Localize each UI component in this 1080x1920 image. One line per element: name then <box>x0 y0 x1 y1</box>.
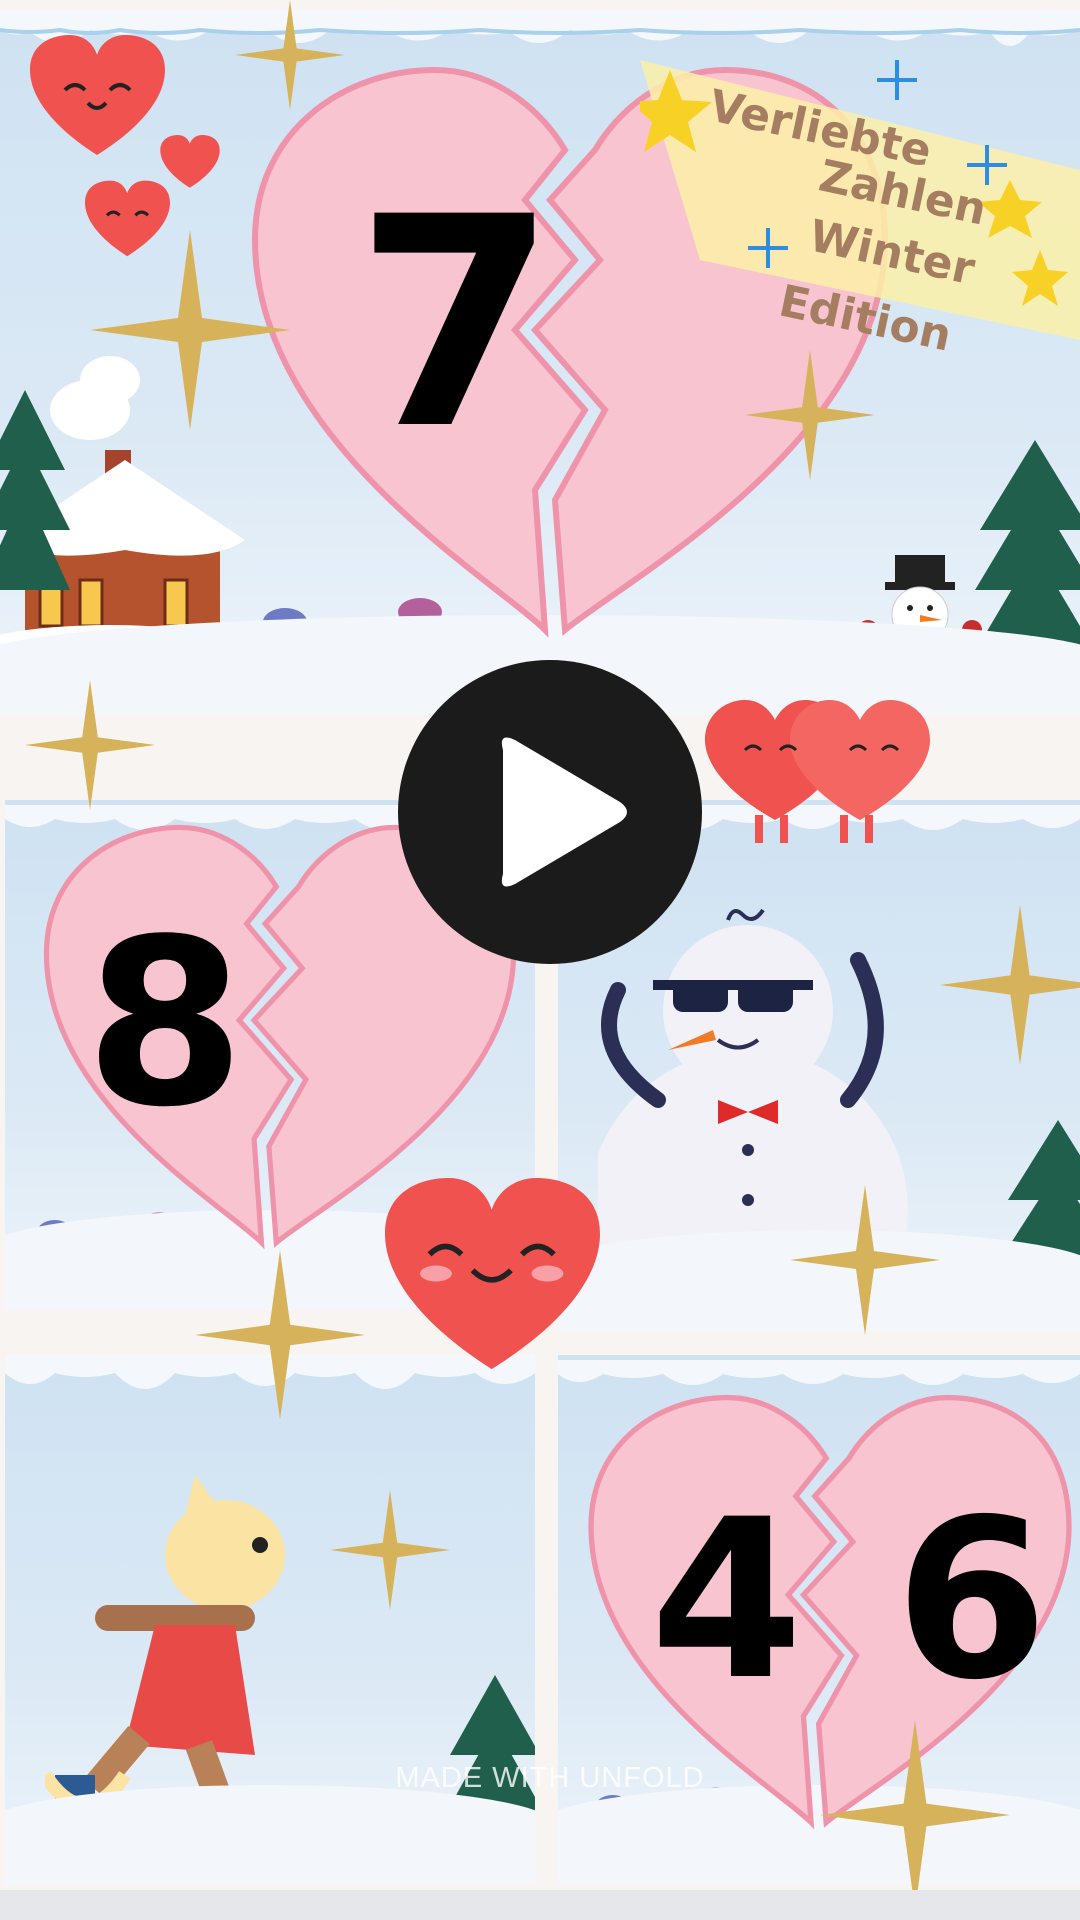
bottom-left-panel <box>5 1355 535 1885</box>
smiling-heart-icon <box>160 135 220 188</box>
star-icon <box>820 1720 1010 1910</box>
number-six: 6 <box>895 1472 1049 1728</box>
star-icon <box>90 230 290 430</box>
snowflake-icon <box>877 60 917 100</box>
star-icon <box>330 1490 450 1610</box>
bottom-strip <box>0 1890 1080 1920</box>
number-seven: 7 <box>355 156 557 493</box>
smiling-heart-icon <box>385 1177 600 1370</box>
star-icon <box>940 905 1080 1065</box>
play-button[interactable] <box>398 660 702 964</box>
number-eight: 8 <box>85 891 246 1158</box>
video-thumbnail[interactable]: 7 Verliebte Zahlen Winter Edition 8 4 6 … <box>0 0 1080 1920</box>
play-icon <box>501 737 627 887</box>
star-icon <box>25 680 155 810</box>
pine-tree <box>0 390 70 590</box>
title-badge: Verliebte Zahlen Winter Edition <box>640 40 1080 362</box>
star-icon <box>235 0 345 110</box>
star-icon <box>195 1250 365 1420</box>
star-icon <box>790 1185 940 1335</box>
hugging-hearts-icon <box>705 700 930 843</box>
snow-ground <box>5 1785 535 1885</box>
number-four: 4 <box>650 1472 804 1728</box>
star-icon <box>745 350 875 480</box>
smiling-heart-icon <box>30 35 165 155</box>
watermark: MADE WITH UNFOLD <box>395 1762 705 1794</box>
